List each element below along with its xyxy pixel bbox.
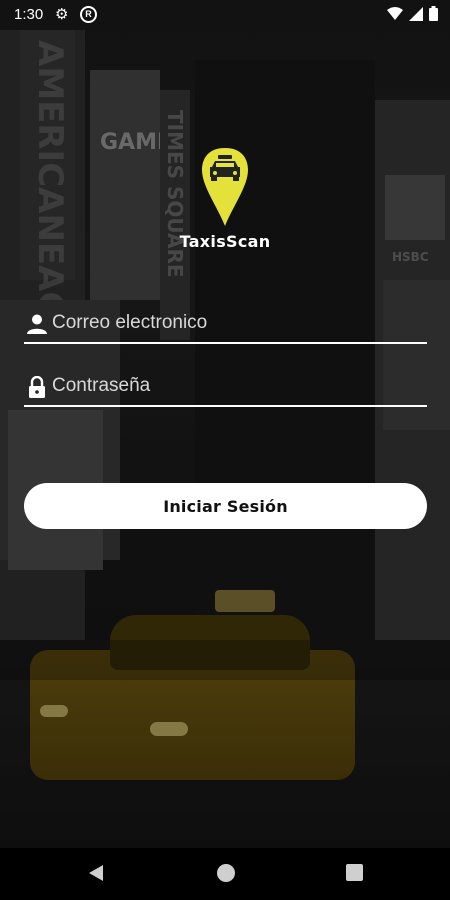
app-logo: TaxisScan: [165, 146, 285, 256]
gear-icon: ⚙: [55, 6, 69, 23]
password-input[interactable]: [52, 371, 422, 401]
back-icon[interactable]: [88, 864, 104, 882]
login-button[interactable]: Iniciar Sesión: [24, 483, 427, 529]
password-field[interactable]: [24, 369, 427, 407]
status-time: 1:30: [14, 6, 44, 23]
lock-icon: [29, 376, 45, 398]
user-icon: [27, 314, 47, 334]
battery-icon: [429, 6, 438, 21]
signal-icon: [409, 6, 423, 21]
home-icon[interactable]: [217, 864, 235, 882]
brand-name: TaxisScan: [179, 232, 271, 251]
wifi-icon: [387, 6, 403, 20]
status-bar: 1:30 ⚙ R: [0, 0, 450, 30]
map-pin-taxi-icon: [202, 148, 248, 226]
recent-apps-icon[interactable]: [346, 864, 363, 881]
email-input[interactable]: [52, 308, 422, 338]
sync-icon: R: [80, 6, 97, 23]
email-field[interactable]: [24, 306, 427, 344]
background-city-photo: AMERICANEAGLEOUT GAME TIMES SQUARE HSBC: [0, 0, 450, 900]
